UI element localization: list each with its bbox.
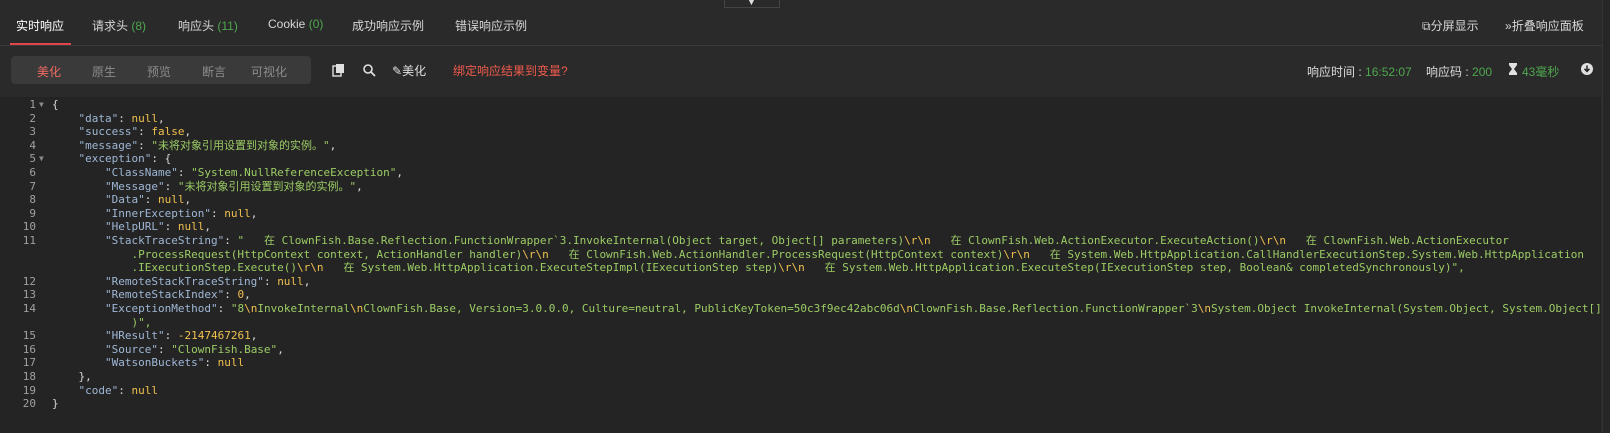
tab-count: (8) (131, 19, 147, 33)
view-mode-preview[interactable]: 预览 (147, 63, 171, 80)
panel-drag-handle[interactable]: ▼ (724, 0, 780, 8)
line-number: 6 (29, 166, 36, 179)
line-number: 20 (22, 397, 36, 411)
line-number: 17 (22, 356, 36, 370)
line-number: 5 (29, 152, 36, 166)
code-text: }, (52, 370, 92, 383)
line-number: 13 (22, 288, 36, 302)
line-number: 18 (22, 370, 36, 383)
line-number: 11 (22, 234, 36, 247)
code-text: "exception": { (78, 152, 172, 166)
code-text: "code": null (78, 383, 159, 397)
line-number: 14 (22, 302, 36, 315)
chevron-down-icon: ▼ (747, 0, 756, 7)
code-text: "WatsonBuckets": null (104, 356, 245, 370)
view-mode-switcher: 美化 原生 预览 断言 可视化 (11, 56, 311, 84)
response-code-label: 响应码 : (1426, 65, 1473, 79)
response-toolbar: 美化 原生 预览 断言 可视化 ✎美化 绑定响应结果到变量? 响应时间 : 16… (0, 46, 1610, 96)
line-number: 12 (22, 274, 36, 288)
tab-label: 错误响应示例 (455, 19, 528, 33)
collapse-panel-label: 折叠响应面板 (1511, 19, 1584, 33)
response-time: 响应时间 : 16:52:07 (1307, 63, 1412, 80)
tab-label: 请求头 (92, 19, 129, 33)
code-text: "Data": null, (104, 193, 192, 207)
tab-label: 实时响应 (16, 19, 65, 33)
response-time-value: 16:52:07 (1365, 65, 1412, 79)
code-text: "ExceptionMethod": "8\nInvokeInternal\nC… (104, 302, 1602, 315)
tab-label: 成功响应示例 (352, 19, 425, 33)
view-mode-visualize[interactable]: 可视化 (251, 63, 287, 80)
line-number: 10 (22, 220, 36, 234)
code-text: "message": "未将对象引用设置到对象的实例。", (78, 138, 337, 152)
line-number: 7 (29, 179, 36, 193)
code-text: "StackTraceString": " 在 ClownFish.Base.R… (104, 234, 1509, 247)
code-text: "HelpURL": null, (104, 220, 211, 234)
beautify-label: 美化 (402, 64, 427, 78)
line-number: 8 (29, 193, 36, 207)
line-number: 2 (29, 111, 36, 125)
line-number: 16 (22, 342, 36, 356)
view-mode-beautify[interactable]: 美化 (37, 63, 61, 80)
response-body-editor[interactable]: 1 ▼{2 "data": null, 3 "success": false, 4 "… (0, 97, 1602, 433)
split-screen-icon: ⧉ (1422, 19, 1431, 33)
vertical-scrollbar[interactable] (1602, 0, 1610, 433)
line-number: 19 (22, 383, 36, 397)
fold-toggle-icon[interactable]: ▼ (39, 152, 44, 166)
code-text: { (52, 98, 59, 111)
tab-count: (11) (217, 19, 238, 33)
tab-count: (0) (308, 17, 324, 31)
code-text: } (52, 397, 59, 411)
code-text: "success": false, (78, 125, 192, 139)
tab-response-headers[interactable]: 响应头 (11) (178, 17, 238, 34)
active-tab-indicator (10, 43, 71, 45)
view-mode-assert[interactable]: 断言 (202, 63, 226, 80)
tab-error-example[interactable]: 错误响应示例 (455, 17, 527, 34)
response-time-label: 响应时间 : (1307, 65, 1366, 79)
tab-cookie[interactable]: Cookie (0) (268, 17, 323, 31)
bind-response-to-variable-link[interactable]: 绑定响应结果到变量? (453, 62, 568, 79)
wand-icon: ✎ (392, 64, 403, 78)
response-duration: 43毫秒 (1522, 63, 1559, 80)
line-number: 1 (29, 98, 36, 111)
code-text: "HResult": -2147467261, (104, 329, 258, 343)
code-text: "data": null, (78, 111, 165, 125)
code-text: "Message": "未将对象引用设置到对象的实例。", (104, 179, 363, 193)
split-view-label: 分屏显示 (1430, 19, 1479, 33)
collapse-panel-button[interactable]: »折叠响应面板 (1505, 17, 1584, 34)
download-icon[interactable] (1580, 62, 1594, 76)
code-text: "RemoteStackIndex": 0, (104, 288, 251, 302)
code-text: .ProcessRequest(HttpContext context, Act… (52, 247, 1584, 261)
chevrons-down-icon: » (1505, 19, 1512, 33)
split-view-button[interactable]: ⧉分屏显示 (1422, 17, 1479, 34)
tab-request-headers[interactable]: 请求头 (8) (92, 17, 146, 34)
code-text: "ClassName": "System.NullReferenceExcept… (104, 166, 404, 179)
code-text: )", (52, 315, 152, 329)
fold-toggle-icon[interactable]: ▼ (39, 98, 44, 112)
line-number: 4 (29, 138, 36, 152)
code-text: "Source": "ClownFish.Base", (104, 342, 284, 356)
tab-success-example[interactable]: 成功响应示例 (352, 17, 424, 34)
response-duration-value: 43毫秒 (1522, 65, 1560, 79)
response-tab-bar: 实时响应 请求头 (8) 响应头 (11) Cookie (0) 成功响应示例 … (0, 0, 1610, 46)
response-code: 响应码 : 200 (1426, 63, 1492, 80)
code-text: .IExecutionStep.Execute()\r\n 在 System.W… (52, 261, 1465, 275)
tab-label: Cookie (268, 17, 306, 31)
view-mode-raw[interactable]: 原生 (92, 63, 116, 80)
code-text: "InnerException": null, (104, 206, 258, 220)
hourglass-icon (1509, 63, 1517, 75)
tab-realtime-response[interactable]: 实时响应 (16, 17, 64, 34)
search-icon[interactable] (362, 63, 376, 77)
tab-label: 响应头 (178, 19, 215, 33)
beautify-button[interactable]: ✎美化 (392, 62, 426, 79)
line-number: 3 (29, 125, 36, 139)
line-number: 9 (29, 206, 36, 220)
response-code-value: 200 (1472, 65, 1493, 79)
code-text: "RemoteStackTraceString": null, (104, 274, 311, 288)
copy-icon[interactable] (332, 63, 346, 77)
line-number: 15 (22, 329, 36, 343)
